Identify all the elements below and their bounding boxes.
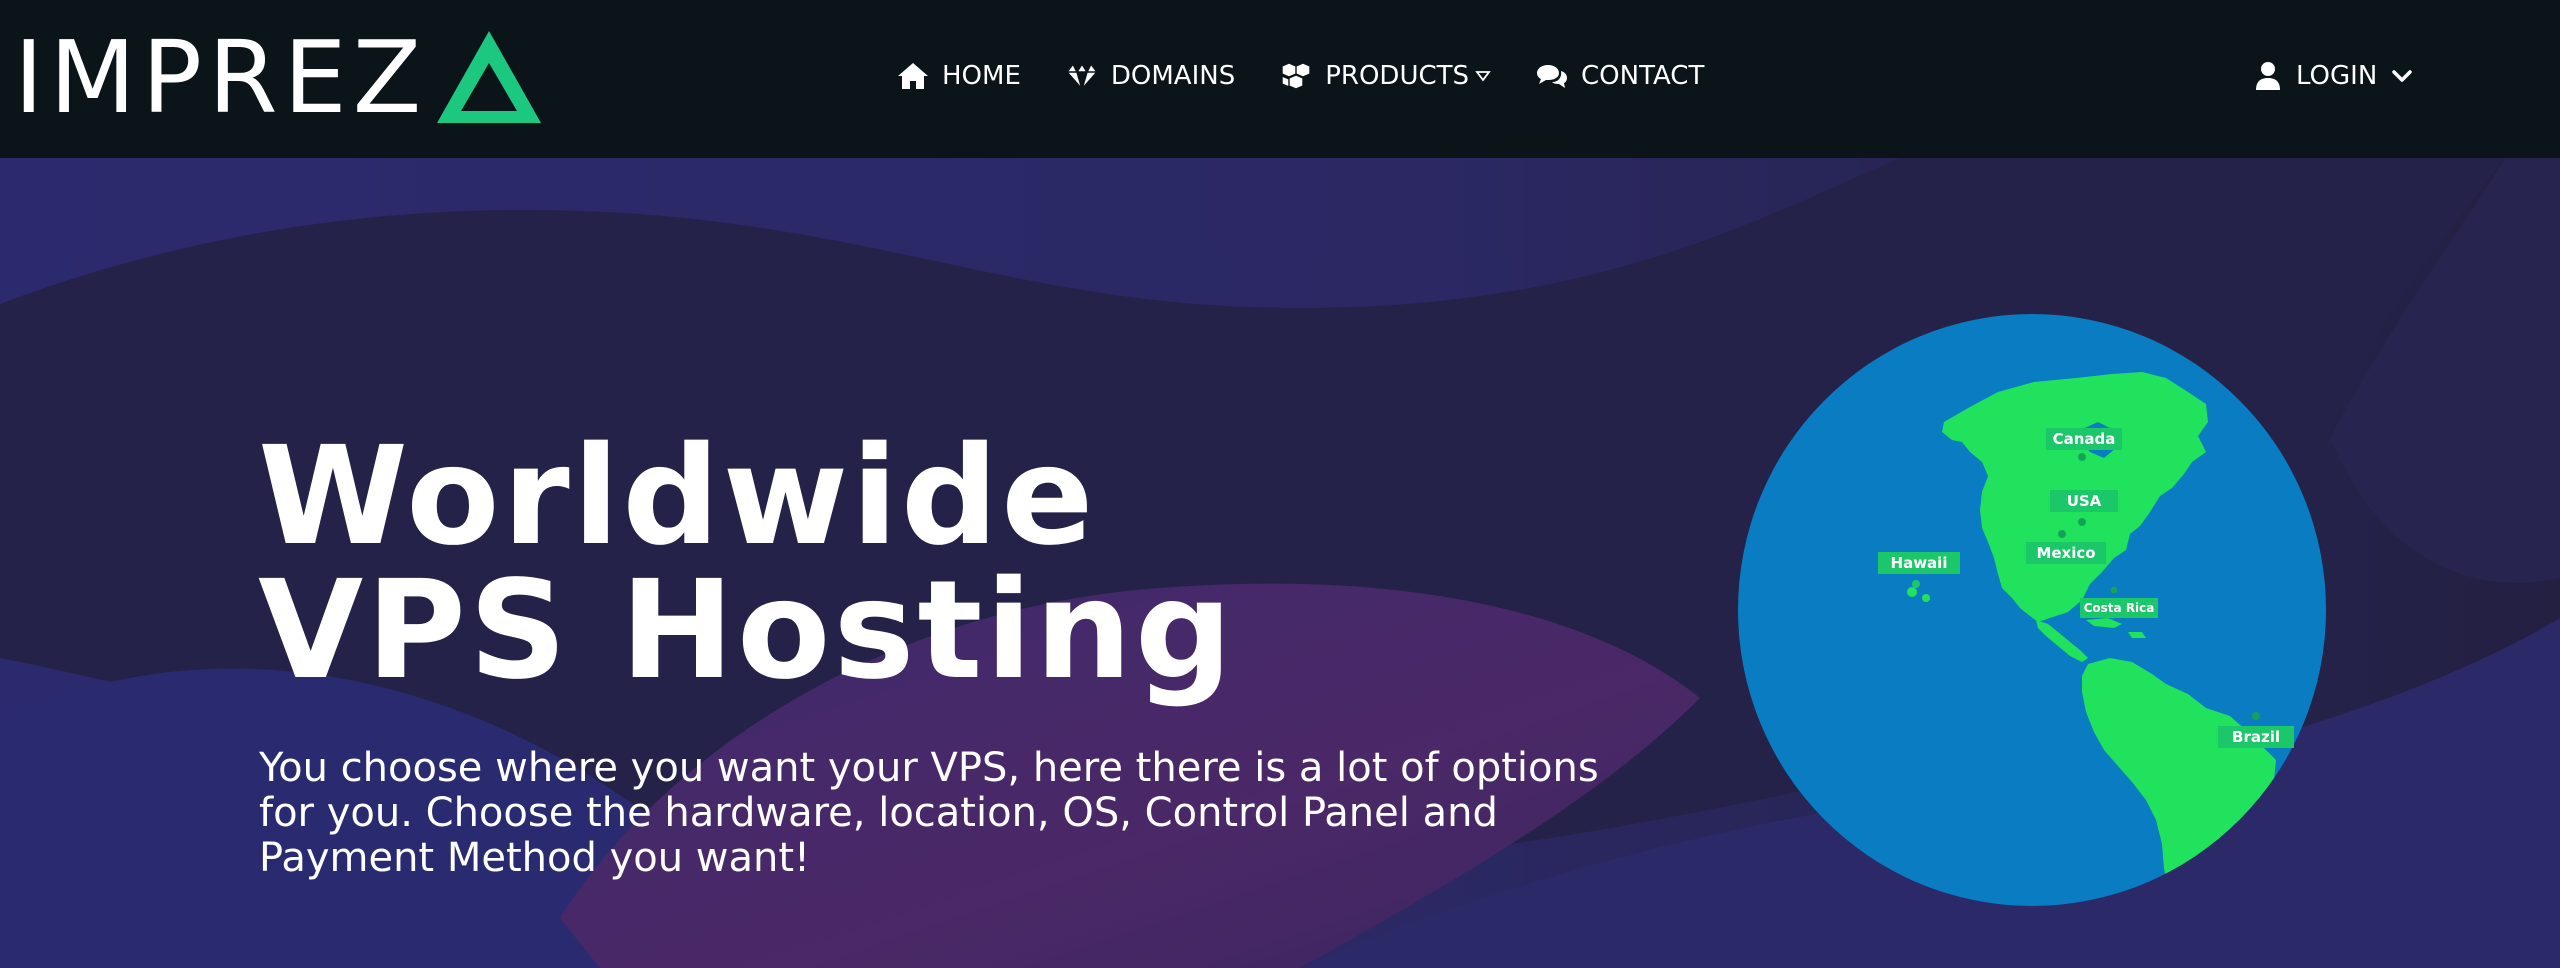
nav-item-label: CONTACT [1581,61,1705,91]
user-icon [2256,62,2280,90]
nav-item-label: HOME [942,61,1021,91]
hero-title-line1: Worldwide [258,418,1097,576]
brand-name: IMPREZ [14,18,428,136]
nav-item-contact[interactable]: CONTACT [1535,61,1704,91]
cubes-icon [1281,62,1311,90]
location-label: Canada [2053,430,2116,448]
location-label: Hawaii [1891,554,1948,572]
chevron-down-icon [2392,70,2413,82]
hawaii-island [1907,587,1917,597]
caret-down-icon [1475,71,1491,82]
location-label: USA [2067,492,2102,510]
nav-item-label: DOMAINS [1110,61,1236,91]
login-label: LOGIN [2296,61,2378,91]
location-label: Mexico [2036,544,2095,562]
comments-icon [1537,65,1568,88]
nav-item-domains[interactable]: DOMAINS [1065,61,1235,91]
nav-item-label: PRODUCTS [1325,61,1470,91]
location-label: Brazil [2232,728,2280,746]
globe-map: Canada USA Hawaii Mexico Costa Rica Braz… [1738,314,2326,906]
logo-triangle-icon [437,31,542,123]
main-nav: HOME DOMAINS PRODUCTS CONTACT [896,0,1704,152]
hero-subtitle: You choose where you want your VPS, here… [259,745,1599,881]
diamond-icon [1065,62,1098,91]
location-label: Costa Rica [2084,601,2155,615]
login-menu[interactable]: LOGIN [2254,0,2413,152]
nav-item-products[interactable]: PRODUCTS [1279,61,1491,91]
home-icon [898,63,928,89]
brand-logo[interactable]: IMPREZ [14,19,545,136]
hero-title-line2: VPS Hosting [258,552,1236,710]
hero-section: Worldwide VPS Hosting You choose where y… [0,158,2560,968]
nav-item-home[interactable]: HOME [896,61,1021,91]
hero-title: Worldwide VPS Hosting [258,418,1236,710]
hawaii-island [1922,594,1930,602]
navbar: IMPREZ HOME DOMAINS PRODUCTS CONTACT LOG… [0,0,2560,158]
